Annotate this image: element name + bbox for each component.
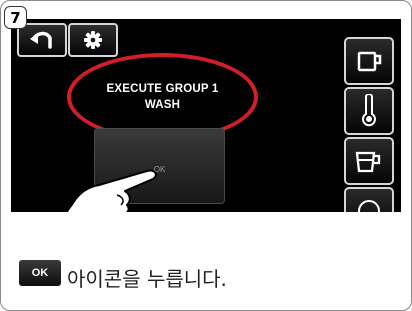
- ok-icon: OK: [19, 260, 61, 286]
- settings-button[interactable]: [68, 23, 118, 57]
- cup-button[interactable]: [344, 37, 394, 85]
- instruction-line: OK 아이콘을 누릅니다.: [19, 259, 227, 295]
- back-button[interactable]: [17, 23, 67, 57]
- gear-icon: [84, 31, 102, 49]
- milk-button[interactable]: [344, 137, 394, 185]
- step-number-badge: 7: [4, 6, 27, 29]
- pointing-hand-icon: [65, 169, 157, 212]
- thermometer-icon: [362, 94, 376, 127]
- message-line-1: EXECUTE GROUP 1: [106, 83, 219, 95]
- instruction-text: 아이콘을 누릅니다.: [67, 266, 227, 291]
- milk-jug-icon: [355, 151, 381, 173]
- more-button[interactable]: [344, 187, 394, 212]
- back-icon: [30, 31, 52, 49]
- message-line-2: WASH: [144, 99, 181, 111]
- circle-icon: [358, 200, 380, 212]
- instruction-card: EXECUTE GROUP 1 WASH OK OK 아이콘을 누릅니다.: [0, 0, 412, 311]
- machine-display: EXECUTE GROUP 1 WASH OK: [11, 19, 401, 212]
- temperature-button[interactable]: [344, 87, 394, 135]
- cup-icon: [357, 51, 382, 72]
